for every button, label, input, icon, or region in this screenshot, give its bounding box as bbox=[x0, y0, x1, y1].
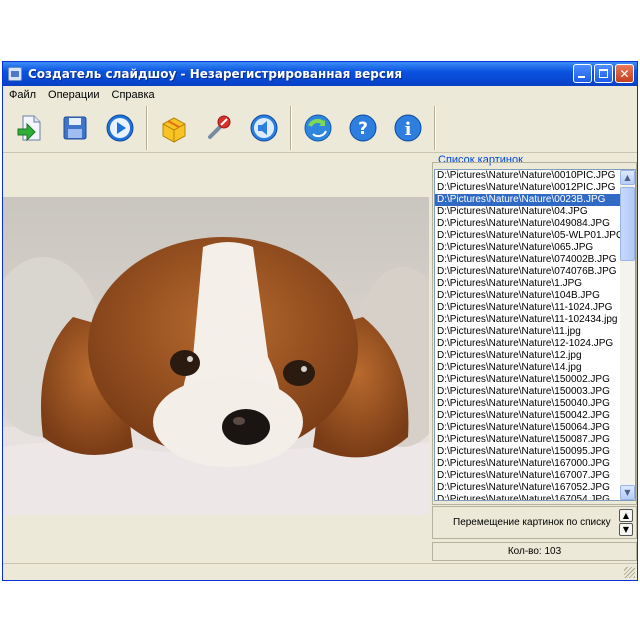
arrow-up-icon: ▲ bbox=[622, 511, 630, 520]
arrow-down-icon: ▼ bbox=[622, 525, 630, 534]
toolbar-group-tools bbox=[147, 106, 291, 150]
list-item[interactable]: D:\Pictures\Nature\Nature\167007.JPG bbox=[435, 470, 621, 482]
add-file-button[interactable] bbox=[7, 108, 52, 148]
list-item[interactable]: D:\Pictures\Nature\Nature\12.jpg bbox=[435, 350, 621, 362]
list-item[interactable]: D:\Pictures\Nature\Nature\049084.JPG bbox=[435, 218, 621, 230]
list-item[interactable]: D:\Pictures\Nature\Nature\150002.JPG bbox=[435, 374, 621, 386]
move-up-button[interactable]: ▲ bbox=[619, 509, 633, 522]
toolbar-group-help: ? i bbox=[291, 106, 435, 150]
web-button[interactable] bbox=[295, 108, 340, 148]
play-icon bbox=[106, 114, 133, 142]
list-item[interactable]: D:\Pictures\Nature\Nature\150064.JPG bbox=[435, 422, 621, 434]
maximize-icon bbox=[599, 69, 608, 78]
info-button[interactable]: i bbox=[385, 108, 430, 148]
svg-text:?: ? bbox=[358, 119, 368, 139]
close-icon: ✕ bbox=[619, 66, 630, 81]
list-item[interactable]: D:\Pictures\Nature\Nature\167052.JPG bbox=[435, 482, 621, 494]
tools-wrench-icon bbox=[207, 115, 230, 139]
list-item[interactable]: D:\Pictures\Nature\Nature\104B.JPG bbox=[435, 290, 621, 302]
reorder-panel: Перемещение картинок по списку ▲ ▼ bbox=[432, 506, 637, 539]
list-item[interactable]: D:\Pictures\Nature\Nature\074002B.JPG bbox=[435, 254, 621, 266]
list-item[interactable]: D:\Pictures\Nature\Nature\167000.JPG bbox=[435, 458, 621, 470]
maximize-button[interactable] bbox=[594, 64, 613, 83]
move-down-button[interactable]: ▼ bbox=[619, 523, 633, 536]
slide-preview bbox=[3, 197, 429, 515]
menu-operations[interactable]: Операции bbox=[42, 89, 105, 101]
image-count: Кол-во: 103 bbox=[432, 542, 637, 561]
list-item[interactable]: D:\Pictures\Nature\Nature\150003.JPG bbox=[435, 386, 621, 398]
puppy-photo bbox=[3, 197, 429, 515]
list-item[interactable]: D:\Pictures\Nature\Nature\0012PIC.JPG bbox=[435, 182, 621, 194]
app-window: Создатель слайдшоу - Незарегистрированна… bbox=[2, 61, 638, 581]
list-item[interactable]: D:\Pictures\Nature\Nature\1.JPG bbox=[435, 278, 621, 290]
reorder-label: Перемещение картинок по списку bbox=[453, 517, 611, 528]
list-item[interactable]: D:\Pictures\Nature\Nature\065.JPG bbox=[435, 242, 621, 254]
list-item[interactable]: D:\Pictures\Nature\Nature\0010PIC.JPG bbox=[435, 170, 621, 182]
list-item[interactable]: D:\Pictures\Nature\Nature\167054.JPG bbox=[435, 494, 621, 500]
sound-button[interactable] bbox=[241, 108, 286, 148]
scroll-up-button[interactable]: ▲ bbox=[620, 170, 635, 185]
scroll-thumb[interactable] bbox=[620, 187, 635, 261]
app-icon bbox=[8, 67, 22, 81]
list-item[interactable]: D:\Pictures\Nature\Nature\11.jpg bbox=[435, 326, 621, 338]
help-question-icon: ? bbox=[349, 114, 376, 142]
web-refresh-icon bbox=[304, 114, 331, 142]
minimize-icon bbox=[578, 76, 585, 78]
list-item[interactable]: D:\Pictures\Nature\Nature\12-1024.JPG bbox=[435, 338, 621, 350]
image-list-items: D:\Pictures\Nature\Nature\0010PIC.JPG D:\… bbox=[435, 170, 621, 500]
package-box-icon bbox=[162, 117, 185, 143]
package-button[interactable] bbox=[151, 108, 196, 148]
svg-text:i: i bbox=[404, 119, 411, 140]
menu-file[interactable]: Файл bbox=[3, 89, 42, 101]
add-file-icon bbox=[17, 115, 40, 142]
list-item[interactable]: D:\Pictures\Nature\Nature\150040.JPG bbox=[435, 398, 621, 410]
minimize-button[interactable] bbox=[573, 64, 592, 83]
list-item[interactable]: D:\Pictures\Nature\Nature\11-1024.JPG bbox=[435, 302, 621, 314]
image-listbox[interactable]: D:\Pictures\Nature\Nature\0010PIC.JPG D:\… bbox=[434, 169, 636, 501]
toolbar: ? i bbox=[3, 104, 637, 153]
caption-buttons: ✕ bbox=[573, 64, 634, 83]
list-item[interactable]: D:\Pictures\Nature\Nature\14.jpg bbox=[435, 362, 621, 374]
resize-grip-icon[interactable] bbox=[624, 567, 635, 578]
toolbar-group-file bbox=[3, 106, 147, 150]
play-button[interactable] bbox=[97, 108, 142, 148]
tools-button[interactable] bbox=[196, 108, 241, 148]
list-scrollbar[interactable]: ▲ ▼ bbox=[620, 170, 635, 500]
chevron-down-icon: ▼ bbox=[624, 488, 631, 497]
sound-icon bbox=[250, 114, 277, 142]
list-item[interactable]: D:\Pictures\Nature\Nature\04.JPG bbox=[435, 206, 621, 218]
help-button[interactable]: ? bbox=[340, 108, 385, 148]
list-item[interactable]: D:\Pictures\Nature\Nature\05-WLP01.JPG bbox=[435, 230, 621, 242]
info-icon: i bbox=[394, 114, 421, 142]
menu-help[interactable]: Справка bbox=[106, 89, 161, 101]
chevron-up-icon: ▲ bbox=[624, 173, 631, 182]
list-item[interactable]: D:\Pictures\Nature\Nature\0023B.JPG bbox=[435, 194, 621, 206]
menu-bar: Файл Операции Справка bbox=[3, 86, 637, 103]
save-disk-icon bbox=[63, 116, 86, 140]
close-button[interactable]: ✕ bbox=[615, 64, 634, 83]
title-bar[interactable]: Создатель слайдшоу - Незарегистрированна… bbox=[3, 62, 637, 86]
status-bar bbox=[3, 563, 637, 580]
list-item[interactable]: D:\Pictures\Nature\Nature\11-102434.jpg bbox=[435, 314, 621, 326]
list-item[interactable]: D:\Pictures\Nature\Nature\150042.JPG bbox=[435, 410, 621, 422]
list-item[interactable]: D:\Pictures\Nature\Nature\150087.JPG bbox=[435, 434, 621, 446]
window-title: Создатель слайдшоу - Незарегистрированна… bbox=[28, 67, 403, 81]
list-item[interactable]: D:\Pictures\Nature\Nature\150095.JPG bbox=[435, 446, 621, 458]
scroll-down-button[interactable]: ▼ bbox=[620, 485, 635, 500]
list-item[interactable]: D:\Pictures\Nature\Nature\074076B.JPG bbox=[435, 266, 621, 278]
save-button[interactable] bbox=[52, 108, 97, 148]
